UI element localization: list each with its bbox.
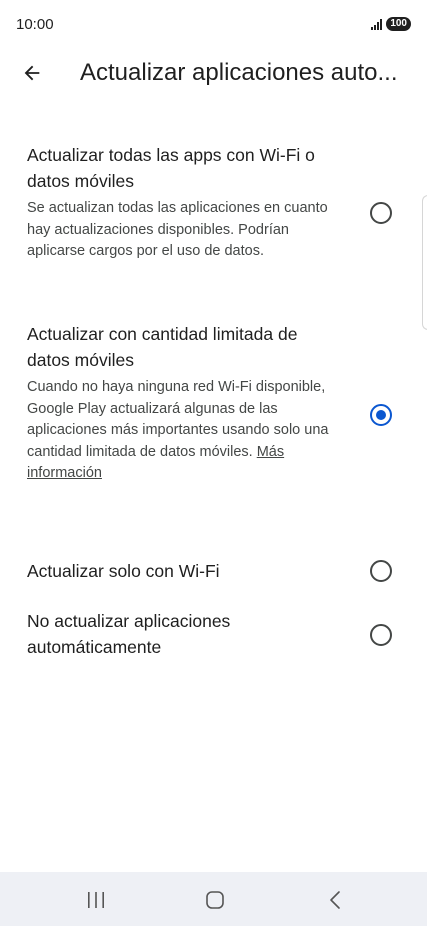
arrow-back-icon: [24, 65, 40, 81]
radio-button[interactable]: [370, 202, 392, 224]
option-title: No actualizar aplicaciones automáticamen…: [27, 611, 231, 657]
battery-indicator: 100: [386, 17, 411, 31]
navigation-bar: [0, 872, 427, 926]
option-title: Actualizar solo con Wi-Fi: [27, 561, 220, 581]
option-title: Actualizar con cantidad limitada de dato…: [27, 324, 298, 370]
status-time: 10:00: [16, 16, 54, 33]
app-bar: Actualizar aplicaciones auto...: [0, 50, 427, 96]
radio-button[interactable]: [370, 624, 392, 646]
page-title: Actualizar aplicaciones auto...: [80, 59, 398, 86]
option-description: Se actualizan todas las aplicaciones en …: [27, 200, 328, 259]
home-button[interactable]: [195, 886, 235, 914]
option-description: Cuando no haya ninguna red Wi-Fi disponi…: [27, 377, 337, 485]
scroll-indicator[interactable]: [422, 195, 427, 330]
back-nav-button[interactable]: [315, 886, 355, 914]
option-wifi-only[interactable]: Actualizar solo con Wi-Fi: [0, 538, 427, 600]
radio-button-selected[interactable]: [370, 404, 392, 426]
radio-button[interactable]: [370, 560, 392, 582]
status-bar: 10:00 100: [0, 0, 427, 50]
update-options-list: Actualizar todas las apps con Wi-Fi o da…: [0, 140, 427, 684]
recents-button[interactable]: [76, 886, 116, 914]
status-icons: 100: [371, 17, 411, 31]
option-no-auto-update[interactable]: No actualizar aplicaciones automáticamen…: [0, 604, 427, 684]
option-limited-mobile-data[interactable]: Actualizar con cantidad limitada de dato…: [0, 319, 427, 542]
back-chevron-icon: [330, 891, 340, 909]
home-icon: [206, 891, 224, 909]
signal-icon: [371, 18, 383, 30]
option-title: Actualizar todas las apps con Wi-Fi o da…: [27, 145, 315, 191]
back-button[interactable]: [14, 55, 50, 91]
option-wifi-or-mobile[interactable]: Actualizar todas las apps con Wi-Fi o da…: [0, 140, 427, 300]
recents-icon: [88, 892, 104, 908]
